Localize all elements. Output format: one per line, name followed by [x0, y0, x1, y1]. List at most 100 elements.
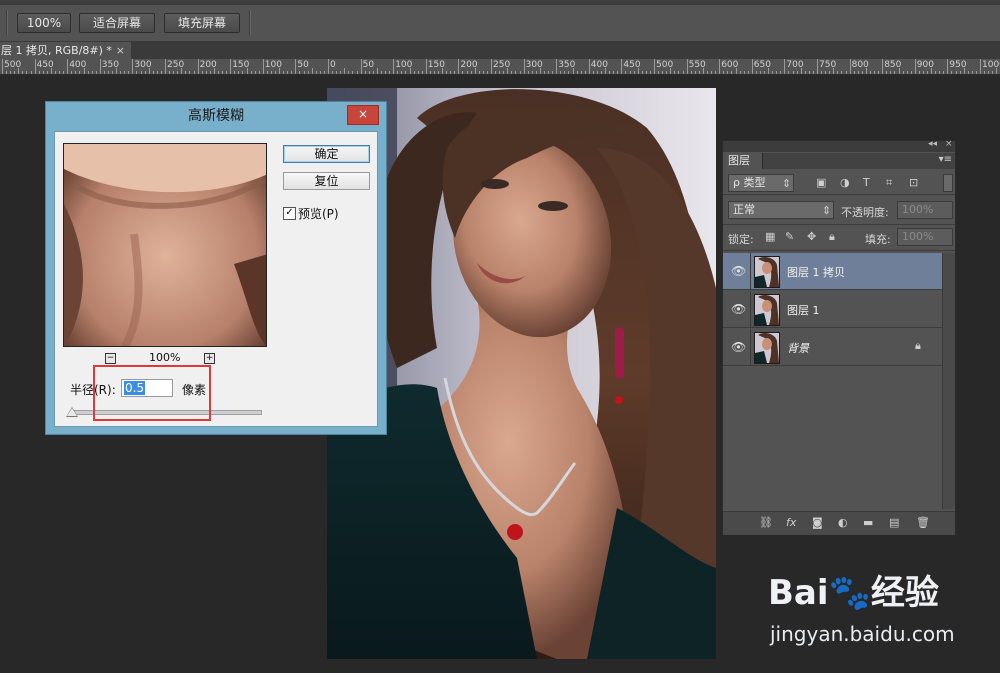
preview-checkbox-label[interactable]: 预览(P)	[298, 205, 339, 222]
ruler-minor-tick	[755, 71, 757, 74]
close-icon[interactable]: ×	[116, 42, 125, 59]
ruler-minor-tick	[242, 71, 244, 74]
smart-object-filter-icon[interactable]: ⊡	[909, 176, 918, 189]
ruler-minor-tick	[340, 71, 342, 74]
opacity-input[interactable]: 100%	[897, 201, 953, 219]
zoom-in-button[interactable]: +	[204, 353, 215, 364]
ruler-minor-tick	[796, 71, 798, 74]
ruler-minor-tick	[682, 71, 684, 74]
ruler-major-tick	[295, 59, 297, 74]
ruler-minor-tick	[833, 68, 835, 74]
fx-icon[interactable]: fx	[786, 516, 796, 529]
ruler-minor-tick	[266, 71, 268, 74]
ruler-minor-tick	[825, 71, 827, 74]
ruler-minor-tick	[46, 71, 48, 74]
ruler-minor-tick	[861, 71, 863, 74]
ruler-minor-tick	[156, 71, 158, 74]
tab-layers[interactable]: 图层	[723, 153, 763, 169]
ruler-minor-tick	[103, 71, 105, 74]
link-layers-icon[interactable]: ⛓︎	[759, 516, 773, 529]
filter-toggle[interactable]	[943, 174, 953, 192]
visibility-eye-icon[interactable]: 👁︎	[731, 302, 746, 316]
document-tab[interactable]: 层 1 拷贝, RGB/8#) * ×	[0, 42, 131, 59]
blur-preview[interactable]	[63, 143, 267, 347]
layer-name[interactable]: 图层 1	[787, 302, 820, 318]
adjustment-filter-icon[interactable]: ◑	[840, 176, 850, 189]
ruler-minor-tick	[152, 71, 154, 74]
adjustment-layer-icon[interactable]: ◐	[838, 516, 848, 529]
lock-transparent-icon[interactable]: ▦	[765, 230, 775, 243]
zoom-out-button[interactable]: −	[105, 353, 116, 364]
ruler-label: 50	[297, 60, 309, 70]
ruler-minor-tick	[629, 71, 631, 74]
lock-position-icon[interactable]: ✥	[807, 230, 816, 243]
watermark-brand: Bai🐾经验	[768, 573, 939, 613]
ruler-minor-tick	[112, 71, 114, 74]
ruler-major-tick	[980, 59, 981, 74]
dialog-title: 高斯模糊	[188, 108, 244, 124]
dialog-close-button[interactable]: ×	[347, 105, 379, 125]
ruler-minor-tick	[666, 71, 668, 74]
ruler-minor-tick	[894, 71, 896, 74]
ruler-label: 1000	[982, 60, 1000, 70]
ruler-minor-tick	[352, 71, 354, 74]
ruler-minor-tick	[922, 71, 924, 74]
layer-name[interactable]: 背景	[787, 340, 809, 356]
lock-label: 锁定:	[728, 233, 754, 246]
ruler-minor-tick	[222, 71, 224, 74]
zoom-100-button[interactable]: 100%	[17, 13, 71, 33]
reset-button[interactable]: 复位	[283, 172, 370, 190]
ruler-minor-tick	[107, 71, 109, 74]
ruler-minor-tick	[185, 71, 187, 74]
ruler-minor-tick	[279, 68, 281, 74]
ruler-minor-tick	[201, 71, 203, 74]
ruler-minor-tick	[984, 71, 986, 74]
ruler-minor-tick	[898, 68, 900, 74]
ruler-minor-tick	[140, 71, 142, 74]
fill-screen-button[interactable]: 填充屏幕	[164, 13, 240, 33]
ruler-minor-tick	[250, 71, 252, 74]
ruler-minor-tick	[376, 68, 378, 74]
ruler-major-tick	[132, 59, 134, 74]
options-separator	[249, 10, 251, 35]
ruler-major-tick	[458, 59, 460, 74]
ruler-minor-tick	[890, 71, 892, 74]
ruler-minor-tick	[935, 71, 937, 74]
layers-scrollbar[interactable]	[942, 253, 955, 509]
lock-pixels-icon[interactable]: ✎	[785, 230, 794, 243]
ruler-major-tick	[556, 59, 558, 74]
radius-slider-thumb[interactable]	[67, 408, 77, 416]
preview-checkbox[interactable]: ✓	[283, 207, 296, 220]
layer-row[interactable]: 👁︎ 图层 1 拷贝	[723, 253, 943, 290]
collapse-icon[interactable]: ◂◂	[928, 139, 937, 149]
ruler-major-tick	[262, 59, 264, 74]
ok-button[interactable]: 确定	[283, 145, 370, 163]
ruler-minor-tick	[91, 71, 93, 74]
type-filter-icon[interactable]: T	[863, 176, 870, 189]
ruler-minor-tick	[584, 71, 586, 74]
fill-input[interactable]: 100%	[897, 228, 953, 246]
ruler-minor-tick	[633, 71, 635, 74]
new-group-icon[interactable]: ▬	[863, 516, 873, 529]
lock-all-icon[interactable]: 🔒︎	[829, 230, 835, 244]
ruler-minor-tick	[372, 71, 374, 74]
shape-filter-icon[interactable]: ⌗	[886, 176, 892, 190]
ruler-minor-tick	[344, 68, 346, 74]
layer-row[interactable]: 👁︎ 背景 🔒︎	[723, 329, 943, 366]
new-layer-icon[interactable]: ▤	[889, 516, 899, 529]
visibility-eye-icon[interactable]: 👁︎	[731, 264, 746, 278]
layer-name[interactable]: 图层 1 拷贝	[787, 264, 845, 280]
blend-mode-select[interactable]: 正常	[728, 201, 834, 219]
fit-screen-button[interactable]: 适合屏幕	[79, 13, 155, 33]
opacity-label: 不透明度:	[841, 206, 889, 219]
visibility-eye-icon[interactable]: 👁︎	[731, 340, 746, 354]
ruler-minor-tick	[169, 71, 171, 74]
pixel-filter-icon[interactable]: ▣	[816, 176, 826, 189]
add-mask-icon[interactable]: ◙	[812, 516, 823, 529]
panel-menu-icon[interactable]: ▾≡	[939, 154, 952, 165]
layer-row[interactable]: 👁︎ 图层 1	[723, 291, 943, 328]
ruler-minor-tick	[869, 71, 871, 74]
lock-icon: 🔒︎	[915, 339, 921, 352]
trash-icon[interactable]: 🗑︎	[916, 516, 930, 529]
panel-close-icon[interactable]: ×	[945, 139, 953, 149]
